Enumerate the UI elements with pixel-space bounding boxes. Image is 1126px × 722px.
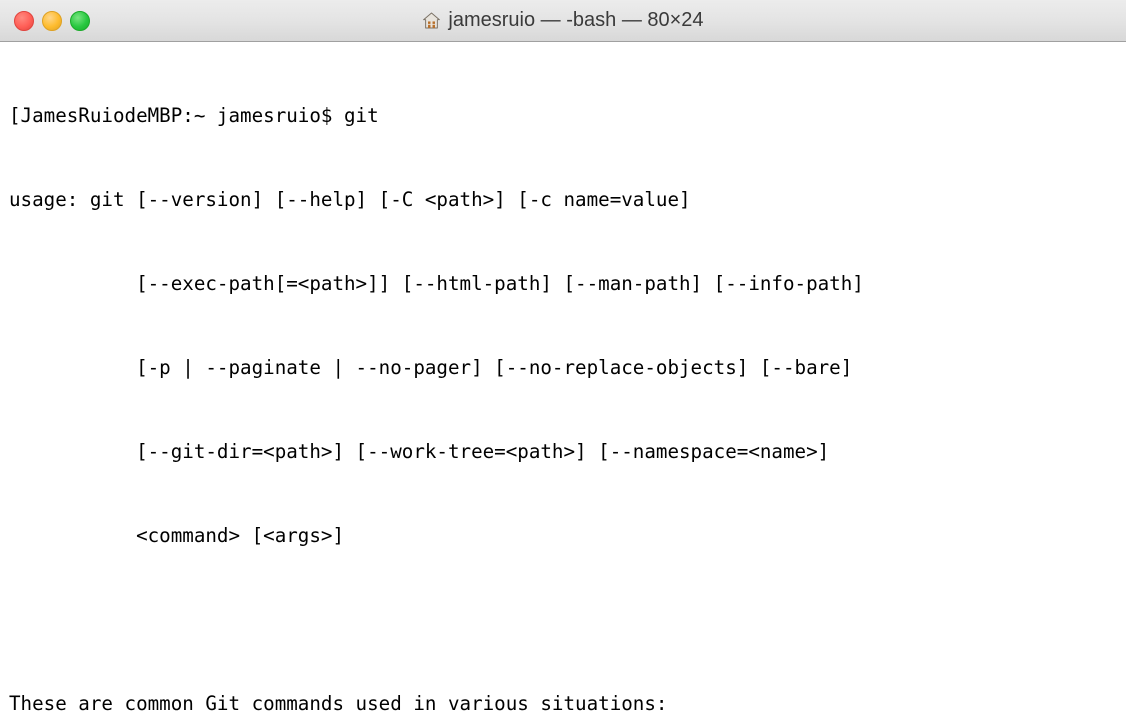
- terminal-line: These are common Git commands used in va…: [9, 692, 668, 715]
- terminal-line: [--exec-path[=<path>]] [--html-path] [--…: [9, 272, 864, 295]
- minimize-button[interactable]: [42, 10, 62, 31]
- zoom-button[interactable]: [70, 10, 90, 31]
- terminal-window: jamesruio — -bash — 80×24 [JamesRuiodeMB…: [0, 0, 1126, 722]
- window-title: jamesruio — -bash — 80×24: [448, 9, 704, 31]
- window-title-group: jamesruio — -bash — 80×24: [0, 0, 1126, 41]
- window-titlebar[interactable]: jamesruio — -bash — 80×24: [0, 0, 1126, 42]
- close-button[interactable]: [14, 10, 34, 31]
- terminal-line: [-p | --paginate | --no-pager] [--no-rep…: [9, 356, 853, 379]
- terminal-line: usage: git [--version] [--help] [-C <pat…: [9, 188, 691, 211]
- home-icon: [423, 12, 441, 29]
- window-controls: [14, 10, 90, 31]
- terminal-line: [--git-dir=<path>] [--work-tree=<path>] …: [9, 440, 830, 463]
- terminal-content-area[interactable]: [JamesRuiodeMBP:~ jamesruio$ git usage: …: [0, 42, 1126, 722]
- terminal-line: <command> [<args>]: [9, 524, 345, 547]
- terminal-line: [JamesRuiodeMBP:~ jamesruio$ git: [9, 104, 379, 127]
- terminal-screen[interactable]: [JamesRuiodeMBP:~ jamesruio$ git usage: …: [0, 42, 1126, 722]
